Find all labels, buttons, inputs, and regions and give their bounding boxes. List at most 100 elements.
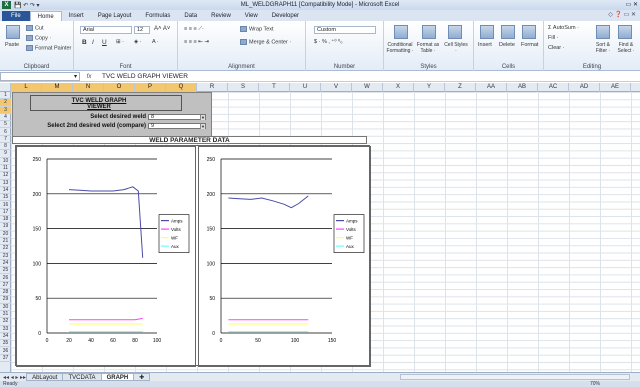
autosum-button[interactable]: Σ AutoSum · <box>548 25 579 31</box>
sheet-tab-tvcdata[interactable]: TVCDATA <box>62 373 102 381</box>
tab-page-layout[interactable]: Page Layout <box>91 11 139 21</box>
row-header[interactable]: 18 <box>0 216 11 224</box>
row-header[interactable]: 3 <box>0 106 11 114</box>
column-header[interactable]: AD <box>569 83 600 92</box>
paste-icon[interactable] <box>6 25 20 39</box>
tab-file[interactable]: File <box>2 11 30 21</box>
row-header[interactable]: 24 <box>0 260 11 268</box>
sheet-tab-ablayout[interactable]: AbLayout <box>26 373 64 381</box>
row-header[interactable]: 35 <box>0 340 11 348</box>
sort-filter-button[interactable]: Sort & Filter · <box>592 42 614 54</box>
italic-button[interactable]: I <box>92 39 94 46</box>
cell-styles-button[interactable]: Cell Styles · <box>444 42 468 54</box>
tab-developer[interactable]: Developer <box>265 11 306 21</box>
select-compare-weld-dropdown[interactable]: 9 ▼ <box>148 123 206 129</box>
bold-button[interactable]: B <box>82 39 87 46</box>
tab-nav-icon[interactable]: ◂◂ ◂ ▸ ▸▸ <box>2 374 27 381</box>
column-header[interactable]: AA <box>476 83 507 92</box>
row-header[interactable]: 31 <box>0 311 11 319</box>
fill-color-icon[interactable]: ◈ · <box>134 39 142 45</box>
copy-button[interactable]: Copy · <box>26 35 51 41</box>
tab-review[interactable]: Review <box>204 11 238 21</box>
wrap-text-button[interactable]: Wrap Text <box>240 26 274 32</box>
row-header[interactable]: 25 <box>0 267 11 275</box>
tab-formulas[interactable]: Formulas <box>138 11 177 21</box>
zoom-level[interactable]: 70% <box>590 381 600 387</box>
row-header[interactable]: 33 <box>0 326 11 333</box>
row-header[interactable]: 15 <box>0 194 11 202</box>
format-painter-button[interactable]: Format Painter <box>26 45 71 51</box>
find-select-icon[interactable] <box>618 25 632 39</box>
row-header[interactable]: 20 <box>0 231 11 238</box>
column-header[interactable]: AB <box>507 83 538 92</box>
row-header[interactable]: 34 <box>0 333 11 341</box>
column-header[interactable]: Y <box>414 83 445 92</box>
new-sheet-icon[interactable]: ✚ <box>133 373 151 381</box>
clear-button[interactable]: Clear · <box>548 45 565 51</box>
row-header[interactable]: 12 <box>0 172 11 180</box>
row-header[interactable]: 10 <box>0 158 11 165</box>
row-header[interactable]: 32 <box>0 318 11 326</box>
insert-cells-icon[interactable] <box>480 25 494 39</box>
underline-button[interactable]: U <box>102 39 107 46</box>
row-header[interactable]: 29 <box>0 296 11 304</box>
formula-input[interactable]: TVC WELD GRAPH VIEWER <box>98 73 188 80</box>
find-select-button[interactable]: Find & Select · <box>615 42 637 54</box>
tab-home[interactable]: Home <box>29 11 62 21</box>
row-header[interactable]: 8 <box>0 143 11 151</box>
column-header[interactable]: S <box>228 83 259 92</box>
sheet-tab-graph[interactable]: GRAPH <box>100 373 135 381</box>
conditional-formatting-button[interactable]: Conditional Formatting · <box>386 42 414 54</box>
help-icon[interactable]: ◇ ❓ ▭ ✕ <box>608 11 636 18</box>
horizontal-scrollbar[interactable] <box>400 374 630 380</box>
row-header[interactable]: 4 <box>0 114 11 122</box>
column-header[interactable]: O <box>104 83 135 92</box>
row-header[interactable]: 23 <box>0 253 11 260</box>
format-cells-icon[interactable] <box>522 25 536 39</box>
row-header[interactable]: 2 <box>0 99 11 107</box>
paste-button[interactable]: Paste <box>5 42 19 48</box>
align-top-icon[interactable]: ≡ ≡ ≡ ⟋· <box>184 26 204 33</box>
column-header[interactable]: L <box>11 83 42 92</box>
row-header[interactable]: 9 <box>0 150 11 158</box>
column-header[interactable]: X <box>383 83 414 92</box>
font-size-grow-icon[interactable]: A˄ A˅ <box>154 26 170 32</box>
column-header[interactable]: AC <box>538 83 569 92</box>
cut-button[interactable]: Cut <box>26 25 44 31</box>
row-header[interactable]: 26 <box>0 275 11 282</box>
tab-view[interactable]: View <box>238 11 265 21</box>
column-header[interactable]: Z <box>445 83 476 92</box>
format-table-icon[interactable] <box>422 25 436 39</box>
borders-icon[interactable]: ⊞ · <box>116 39 124 45</box>
row-header[interactable]: 1 <box>0 92 11 100</box>
column-header[interactable]: AE <box>600 83 631 92</box>
row-header[interactable]: 13 <box>0 180 11 187</box>
merge-center-button[interactable]: Merge & Center · <box>240 39 291 45</box>
window-controls[interactable]: ▭ ✕ <box>626 1 638 8</box>
column-header[interactable]: U <box>290 83 321 92</box>
fill-button[interactable]: Fill · <box>548 35 558 41</box>
weld-chart-2[interactable]: 0 50 100 150 200 250 0 50 100 150 Amps Volts WF Aux <box>199 147 370 366</box>
column-header[interactable]: W <box>352 83 383 92</box>
delete-button[interactable]: Delete <box>499 42 515 48</box>
column-header[interactable]: V <box>321 83 352 92</box>
insert-button[interactable]: Insert <box>478 42 492 48</box>
format-button[interactable]: Format <box>521 42 538 48</box>
row-header[interactable]: 37 <box>0 355 11 363</box>
weld-chart-1-frame[interactable]: 0 50 100 150 200 250 0 20 40 60 80 100 Amps Volts WF Au… <box>16 146 196 367</box>
select-all-corner[interactable] <box>0 83 11 92</box>
row-header[interactable]: 36 <box>0 348 11 355</box>
weld-chart-2-frame[interactable]: 0 50 100 150 200 250 0 50 100 150 Amps Volts WF Aux <box>198 146 371 367</box>
row-header[interactable]: 28 <box>0 289 11 297</box>
cell-styles-icon[interactable] <box>448 25 462 39</box>
row-header[interactable]: 22 <box>0 245 11 253</box>
row-header[interactable]: 7 <box>0 136 11 144</box>
name-box[interactable]: ▾ <box>0 72 80 81</box>
row-header[interactable]: 16 <box>0 202 11 209</box>
row-header[interactable]: 21 <box>0 238 11 246</box>
font-name-select[interactable]: Arial <box>80 26 132 34</box>
row-header[interactable]: 14 <box>0 187 11 195</box>
row-header[interactable]: 6 <box>0 129 11 136</box>
font-size-select[interactable]: 12 <box>134 26 150 34</box>
tab-insert[interactable]: Insert <box>62 11 91 21</box>
